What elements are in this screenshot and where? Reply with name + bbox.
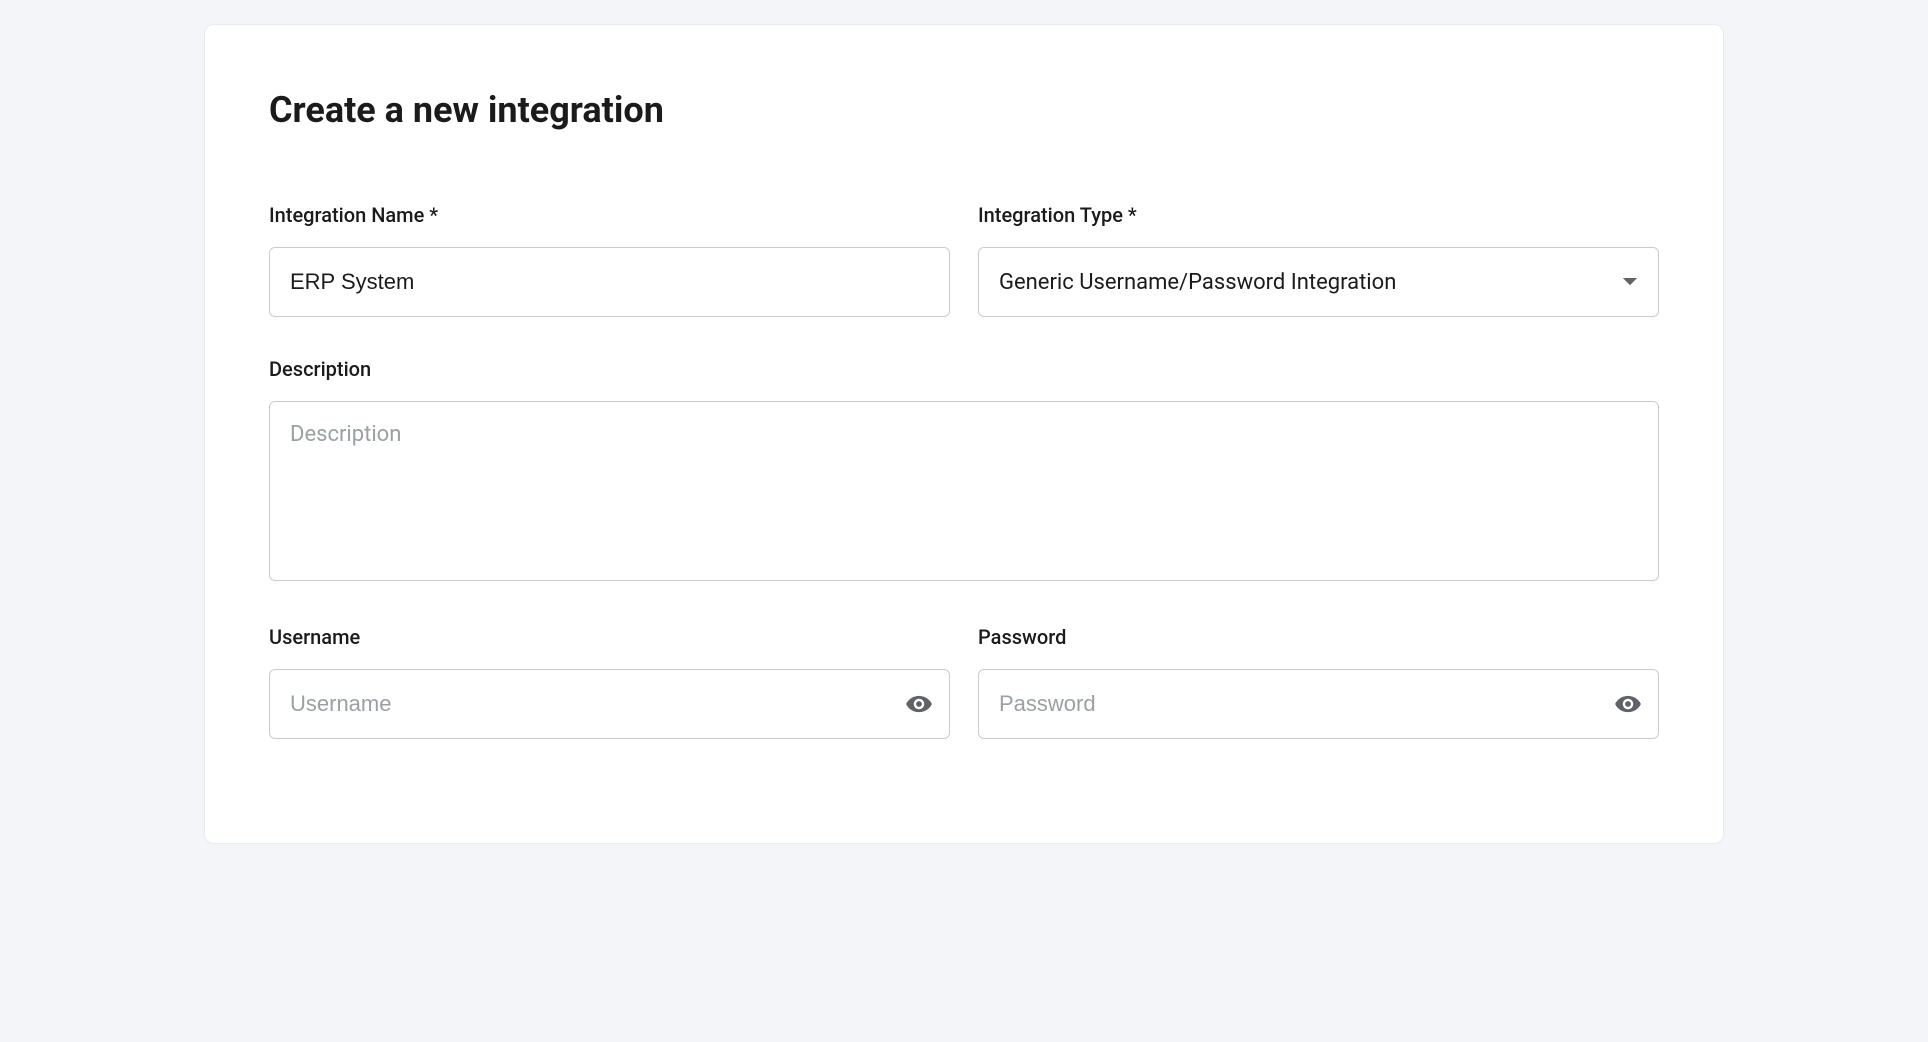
row-description: Description [269, 357, 1659, 585]
row-credentials: Username Password [269, 625, 1659, 739]
create-integration-card: Create a new integration Integration Nam… [204, 24, 1724, 844]
eye-icon [905, 690, 933, 718]
field-integration-name: Integration Name * [269, 203, 950, 317]
page-title: Create a new integration [269, 89, 1659, 131]
password-input[interactable] [978, 669, 1659, 739]
username-label: Username [269, 625, 950, 649]
field-description: Description [269, 357, 1659, 585]
eye-icon [1614, 690, 1642, 718]
username-visibility-toggle[interactable] [902, 687, 936, 721]
integration-type-value: Generic Username/Password Integration [999, 270, 1396, 295]
integration-type-select[interactable]: Generic Username/Password Integration [978, 247, 1659, 317]
field-integration-type: Integration Type * Generic Username/Pass… [978, 203, 1659, 317]
username-input[interactable] [269, 669, 950, 739]
chevron-down-icon [1622, 277, 1638, 287]
row-name-type: Integration Name * Integration Type * Ge… [269, 203, 1659, 317]
field-username: Username [269, 625, 950, 739]
integration-name-input[interactable] [269, 247, 950, 317]
field-password: Password [978, 625, 1659, 739]
integration-name-label: Integration Name * [269, 203, 950, 227]
description-textarea[interactable] [269, 401, 1659, 581]
password-visibility-toggle[interactable] [1611, 687, 1645, 721]
integration-type-label: Integration Type * [978, 203, 1659, 227]
password-label: Password [978, 625, 1659, 649]
description-label: Description [269, 357, 1659, 381]
